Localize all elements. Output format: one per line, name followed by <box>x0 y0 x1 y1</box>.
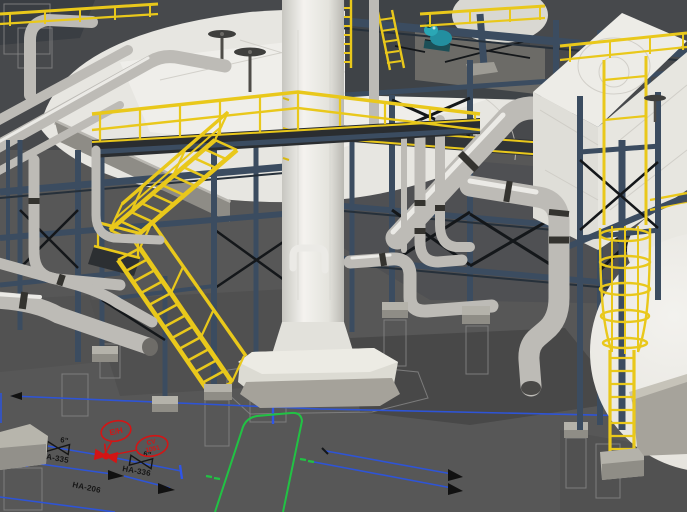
model-viewport[interactable]: 6" HA-335 6" HA-336 HA-206 E/H CV 1051 <box>0 0 687 512</box>
plant-3d-scene: 6" HA-335 6" HA-336 HA-206 E/H CV 1051 <box>0 0 687 512</box>
